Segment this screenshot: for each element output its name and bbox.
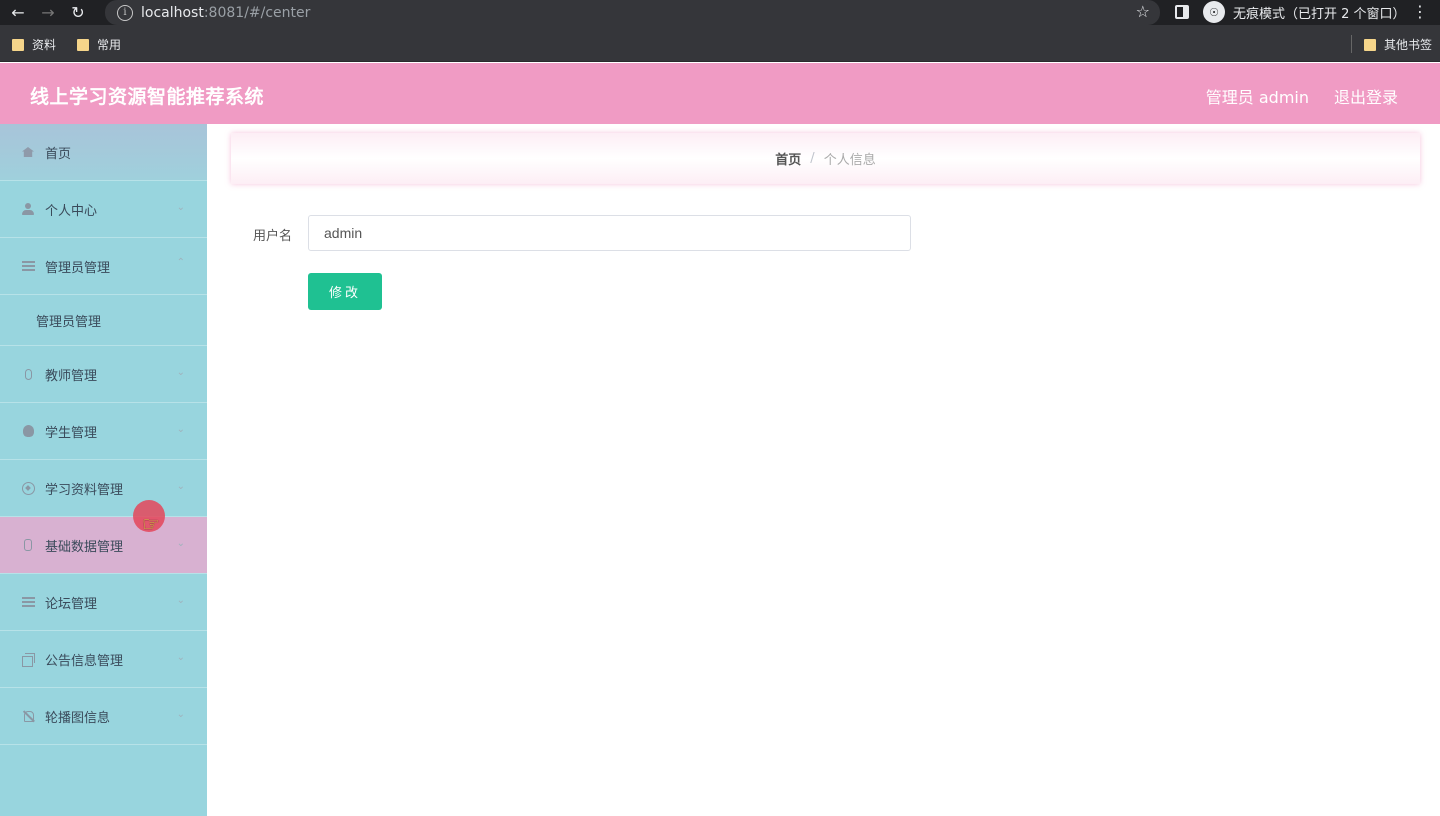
user-icon	[21, 202, 35, 216]
folder-icon	[77, 38, 89, 51]
sidebar-item-admin-management[interactable]: 管理员管理 ⌃	[0, 238, 207, 295]
sidebar-item-label: 首页	[45, 146, 72, 162]
logout-button[interactable]: 退出登录	[1334, 84, 1398, 108]
breadcrumb-home[interactable]: 首页	[775, 149, 801, 168]
bell-off-icon	[21, 709, 35, 723]
chevron-down-icon: ⌄	[176, 202, 185, 213]
chevron-down-icon: ⌄	[176, 709, 185, 720]
app-header: 线上学习资源智能推荐系统 管理员 admin 退出登录	[0, 63, 1440, 124]
bookmark-folder[interactable]: 常用	[77, 36, 121, 53]
browser-toolbar: ← → ↻ i localhost:8081/#/center ☆ ☉ 无痕模式…	[0, 0, 1440, 25]
back-icon[interactable]: ←	[6, 1, 30, 25]
other-bookmarks-label: 其他书签	[1384, 38, 1433, 52]
bookmark-label: 资料	[32, 38, 57, 52]
username-input[interactable]	[308, 215, 911, 251]
incognito-icon: ☉	[1203, 1, 1225, 23]
forward-icon[interactable]: →	[36, 1, 60, 25]
sidebar-item-label: 轮播图信息	[45, 710, 111, 726]
home-icon	[21, 145, 35, 159]
side-panel-icon[interactable]	[1175, 5, 1189, 19]
browser-menu-icon[interactable]: ⋮	[1412, 2, 1428, 21]
sidebar-subitem-admin-management[interactable]: 管理员管理	[0, 295, 207, 346]
chevron-down-icon: ⌄	[176, 538, 185, 549]
folder-icon	[1364, 38, 1376, 51]
sidebar-item-carousel[interactable]: 轮播图信息 ⌄	[0, 688, 207, 745]
chevron-down-icon: ⌄	[176, 595, 185, 606]
compass-icon	[21, 481, 35, 495]
sidebar-item-learning-materials[interactable]: 学习资料管理 ⌄	[0, 460, 207, 517]
url-path: :8081/#/center	[203, 4, 311, 21]
sidebar-item-student-management[interactable]: 学生管理 ⌄	[0, 403, 207, 460]
sidebar-item-personal-center[interactable]: 个人中心 ⌄	[0, 181, 207, 238]
sidebar-item-label: 学习资料管理	[45, 482, 124, 498]
breadcrumb: 首页 / 个人信息	[231, 133, 1420, 184]
user-info: 管理员 admin	[1205, 88, 1309, 107]
address-bar[interactable]: i localhost:8081/#/center ☆	[105, 0, 1160, 25]
sidebar-item-label: 基础数据管理	[45, 539, 124, 555]
sidebar: 首页 个人中心 ⌄ 管理员管理 ⌃ 管理员管理 教师管理 ⌄ 学生管理 ⌄ 学习…	[0, 124, 207, 816]
sidebar-item-home[interactable]: 首页	[0, 124, 207, 181]
reload-icon[interactable]: ↻	[66, 1, 90, 25]
list-icon	[21, 259, 35, 273]
sidebar-item-forum-management[interactable]: 论坛管理 ⌄	[0, 574, 207, 631]
submit-button[interactable]: 修改	[308, 273, 382, 310]
chevron-up-icon: ⌃	[176, 257, 185, 268]
url-host: localhost	[141, 4, 204, 21]
sidebar-item-label: 教师管理	[45, 368, 98, 384]
bookmark-label: 常用	[97, 38, 122, 52]
copy-icon	[21, 652, 35, 667]
incognito-text: 无痕模式（已打开 2 个窗口）	[1233, 6, 1406, 22]
hand-cursor-icon: ☞	[142, 512, 160, 536]
sidebar-item-label: 论坛管理	[45, 596, 98, 612]
sidebar-item-label: 学生管理	[45, 425, 98, 441]
data-icon	[21, 538, 35, 552]
incognito-indicator[interactable]: ☉ 无痕模式（已打开 2 个窗口）	[1203, 1, 1406, 23]
site-info-icon[interactable]: i	[117, 4, 133, 21]
folder-icon	[12, 38, 24, 51]
bookmark-folder[interactable]: 资料	[12, 36, 56, 53]
sidebar-item-teacher-management[interactable]: 教师管理 ⌄	[0, 346, 207, 403]
sidebar-item-base-data[interactable]: 基础数据管理 ⌄	[0, 517, 207, 574]
app-title: 线上学习资源智能推荐系统	[30, 86, 265, 108]
chevron-down-icon: ⌄	[176, 652, 185, 663]
bookmark-divider	[1351, 35, 1352, 53]
bookmarks-bar: 资料 常用 其他书签	[0, 25, 1440, 62]
list-icon	[21, 595, 35, 609]
bulb-icon	[21, 424, 35, 438]
username-label: 用户名	[253, 229, 293, 244]
chevron-down-icon: ⌄	[176, 481, 185, 492]
microphone-icon	[21, 367, 35, 381]
breadcrumb-separator: /	[810, 151, 815, 166]
sidebar-item-label: 管理员管理	[45, 260, 111, 276]
sidebar-item-announcements[interactable]: 公告信息管理 ⌄	[0, 631, 207, 688]
breadcrumb-current: 个人信息	[823, 153, 876, 168]
chevron-down-icon: ⌄	[176, 424, 185, 435]
bookmark-star-icon[interactable]: ☆	[1136, 2, 1150, 21]
other-bookmarks[interactable]: 其他书签	[1364, 36, 1432, 53]
sidebar-item-label: 个人中心	[45, 203, 98, 219]
chevron-down-icon: ⌄	[176, 367, 185, 378]
sidebar-item-label: 公告信息管理	[45, 653, 124, 669]
